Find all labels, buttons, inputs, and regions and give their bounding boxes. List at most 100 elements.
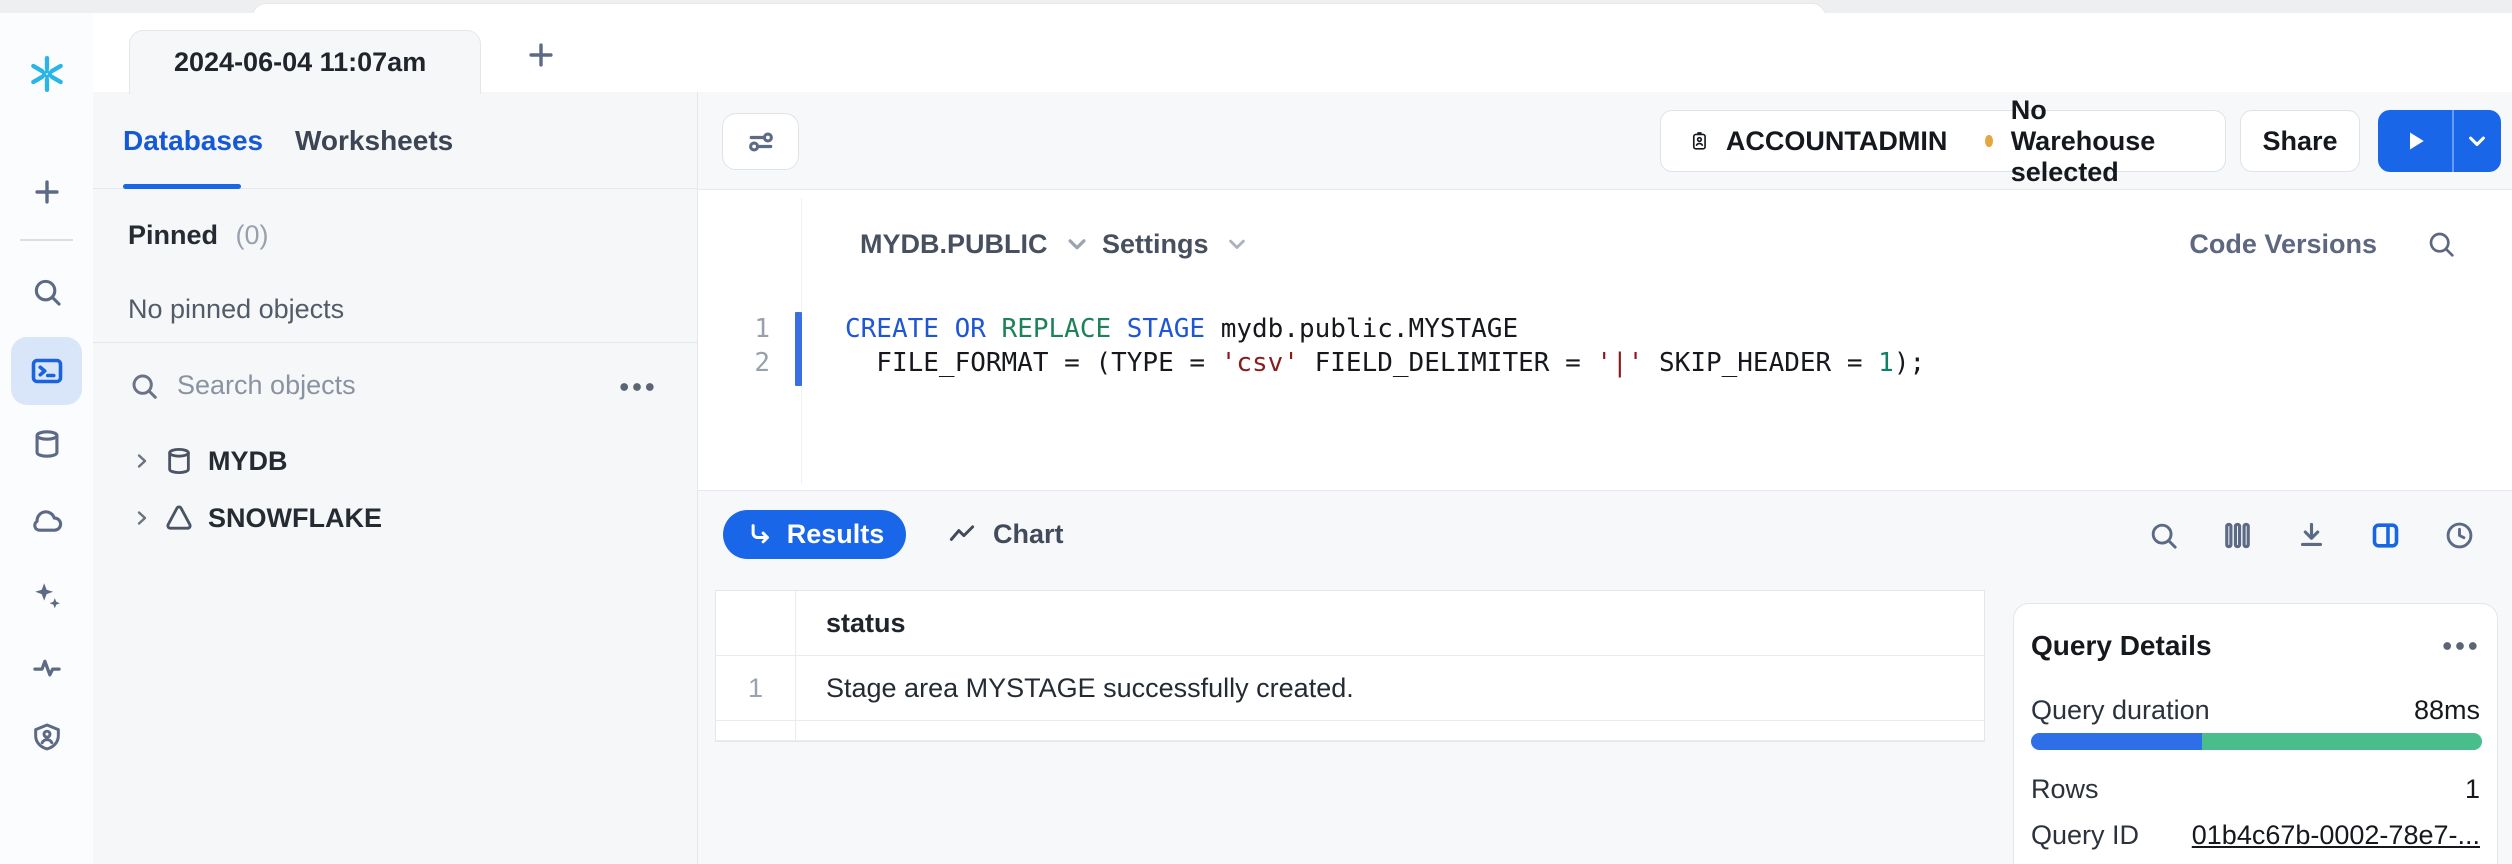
columns-button[interactable] — [2221, 519, 2254, 552]
object-explorer: Databases Worksheets Pinned (0) No pinne… — [93, 92, 698, 864]
schema-context-label: MYDB.PUBLIC — [860, 229, 1048, 260]
row-number — [716, 721, 796, 740]
results-toolbar: Results Chart — [698, 490, 2512, 578]
filters-button[interactable] — [722, 113, 799, 170]
chart-tab-label: Chart — [993, 519, 1064, 550]
chevron-right-icon[interactable] — [130, 506, 154, 530]
statement-selection-bar — [795, 312, 802, 386]
results-tab[interactable]: Results — [723, 510, 906, 559]
code-line-1[interactable]: CREATE OR REPLACE STAGE mydb.public.MYST… — [845, 312, 1518, 346]
run-button[interactable] — [2378, 110, 2452, 172]
tab-databases[interactable]: Databases — [123, 92, 263, 189]
pinned-section-header: Pinned (0) — [128, 220, 269, 251]
results-table: status 1 Stage area MYSTAGE successfully… — [715, 590, 1985, 742]
search-objects-input[interactable]: Search objects — [177, 370, 356, 401]
object-search-row: Search objects — [93, 354, 697, 420]
rows-label: Rows — [2031, 774, 2099, 805]
tree-item-snowflake[interactable]: SNOWFLAKE — [93, 490, 697, 546]
sql-editor[interactable]: MYDB.PUBLIC Settings Code Versions — [698, 190, 2512, 490]
query-duration-bar — [2031, 733, 2482, 750]
new-worksheet-plus-icon[interactable] — [29, 174, 65, 210]
code-token: ); — [1894, 348, 1925, 378]
status-cell[interactable]: Stage area MYSTAGE successfully created. — [796, 656, 1984, 720]
pinned-count: (0) — [236, 220, 269, 250]
clock-icon — [2443, 519, 2476, 552]
split-panel-icon — [2369, 519, 2402, 552]
schema-context-dropdown[interactable]: MYDB.PUBLIC — [860, 212, 1092, 276]
code-versions-button[interactable]: Code Versions — [2189, 212, 2377, 276]
database-icon — [162, 444, 196, 478]
worksheet-toolbar: ACCOUNTADMIN No Warehouse selected Share — [698, 92, 2512, 190]
search-objects-icon — [128, 370, 160, 402]
code-token: 1 — [1878, 348, 1894, 378]
row-number-header — [716, 591, 796, 655]
chevron-down-icon — [1223, 230, 1251, 258]
snowsight-app: 2024-06-04 11:07am Databases Worksheets … — [0, 0, 2512, 864]
chart-line-icon — [947, 520, 977, 550]
context-selector[interactable]: ACCOUNTADMIN No Warehouse selected — [1660, 110, 2226, 172]
query-details-more-icon[interactable] — [2440, 638, 2480, 654]
more-horizontal-icon — [617, 379, 657, 395]
explorer-divider — [93, 342, 697, 343]
query-history-button[interactable] — [2443, 519, 2476, 552]
cloud-nav-icon[interactable] — [29, 503, 65, 539]
role-badge-icon — [1689, 124, 1710, 158]
row-number: 1 — [716, 656, 796, 720]
code-token: SKIP_HEADER = — [1643, 348, 1878, 378]
chevron-down-icon — [2463, 127, 2491, 155]
worksheets-nav-active[interactable] — [11, 337, 82, 405]
results-area: status 1 Stage area MYSTAGE successfully… — [698, 578, 2512, 864]
pinned-label: Pinned — [128, 220, 218, 250]
tree-item-mydb[interactable]: MYDB — [93, 433, 697, 489]
tab-worksheets[interactable]: Worksheets — [295, 92, 453, 189]
columns-icon — [2221, 519, 2254, 552]
results-tab-label: Results — [787, 519, 885, 550]
editor-search-icon[interactable] — [2425, 228, 2457, 260]
query-id-link[interactable]: 01b4c67b-0002-78e7-... — [2192, 820, 2480, 851]
settings-label: Settings — [1102, 229, 1209, 260]
activity-monitoring-icon[interactable] — [29, 649, 65, 685]
rail-divider — [20, 239, 73, 241]
table-row[interactable]: 1 Stage area MYSTAGE successfully create… — [716, 656, 1984, 721]
code-token: mydb.public.MYSTAGE — [1221, 314, 1518, 344]
no-pinned-objects-text: No pinned objects — [128, 294, 344, 325]
run-options-button[interactable] — [2454, 110, 2502, 172]
query-details-panel: Query Details Query duration 88ms Rows 1 — [2013, 603, 2498, 864]
share-button[interactable]: Share — [2240, 110, 2360, 172]
governance-shield-icon[interactable] — [29, 719, 65, 755]
snowflake-logo-icon[interactable] — [27, 54, 67, 94]
code-line-2[interactable]: FILE_FORMAT = (TYPE = 'csv' FIELD_DELIMI… — [845, 346, 1925, 380]
chart-tab[interactable]: Chart — [947, 510, 1064, 559]
search-icon — [2147, 519, 2180, 552]
sparkles-ai-icon[interactable] — [29, 578, 65, 614]
table-header-row: status — [716, 591, 1984, 656]
query-id-label: Query ID — [2031, 820, 2139, 851]
rows-value: 1 — [2465, 774, 2480, 805]
application-icon — [162, 501, 196, 535]
run-button-group — [2378, 110, 2501, 172]
explorer-more-button[interactable] — [617, 372, 657, 402]
query-duration-value: 88ms — [2414, 695, 2480, 726]
warehouse-status-dot — [1985, 135, 1992, 147]
terminal-icon — [29, 353, 65, 389]
search-results-button[interactable] — [2147, 519, 2180, 552]
code-token: CREATE OR — [845, 314, 1002, 344]
column-header-status[interactable]: status — [796, 591, 1984, 655]
role-name: ACCOUNTADMIN — [1726, 126, 1947, 157]
active-tab-underline — [123, 184, 241, 189]
chevron-down-icon — [1062, 229, 1092, 259]
empty-cell — [796, 721, 1984, 740]
worksheet-tab[interactable]: 2024-06-04 11:07am — [129, 30, 481, 94]
databases-nav-icon[interactable] — [29, 426, 65, 462]
editor-context-row: MYDB.PUBLIC Settings Code Versions — [698, 212, 2512, 276]
code-token: '|' — [1596, 348, 1643, 378]
add-worksheet-button[interactable] — [523, 37, 559, 73]
nav-rail — [0, 13, 94, 864]
split-panel-button[interactable] — [2369, 519, 2402, 552]
settings-dropdown[interactable]: Settings — [1102, 212, 1251, 276]
plus-icon — [524, 38, 558, 72]
main-area: ACCOUNTADMIN No Warehouse selected Share — [698, 92, 2512, 864]
search-icon[interactable] — [29, 274, 65, 310]
chevron-right-icon[interactable] — [130, 449, 154, 473]
download-results-button[interactable] — [2295, 519, 2328, 552]
